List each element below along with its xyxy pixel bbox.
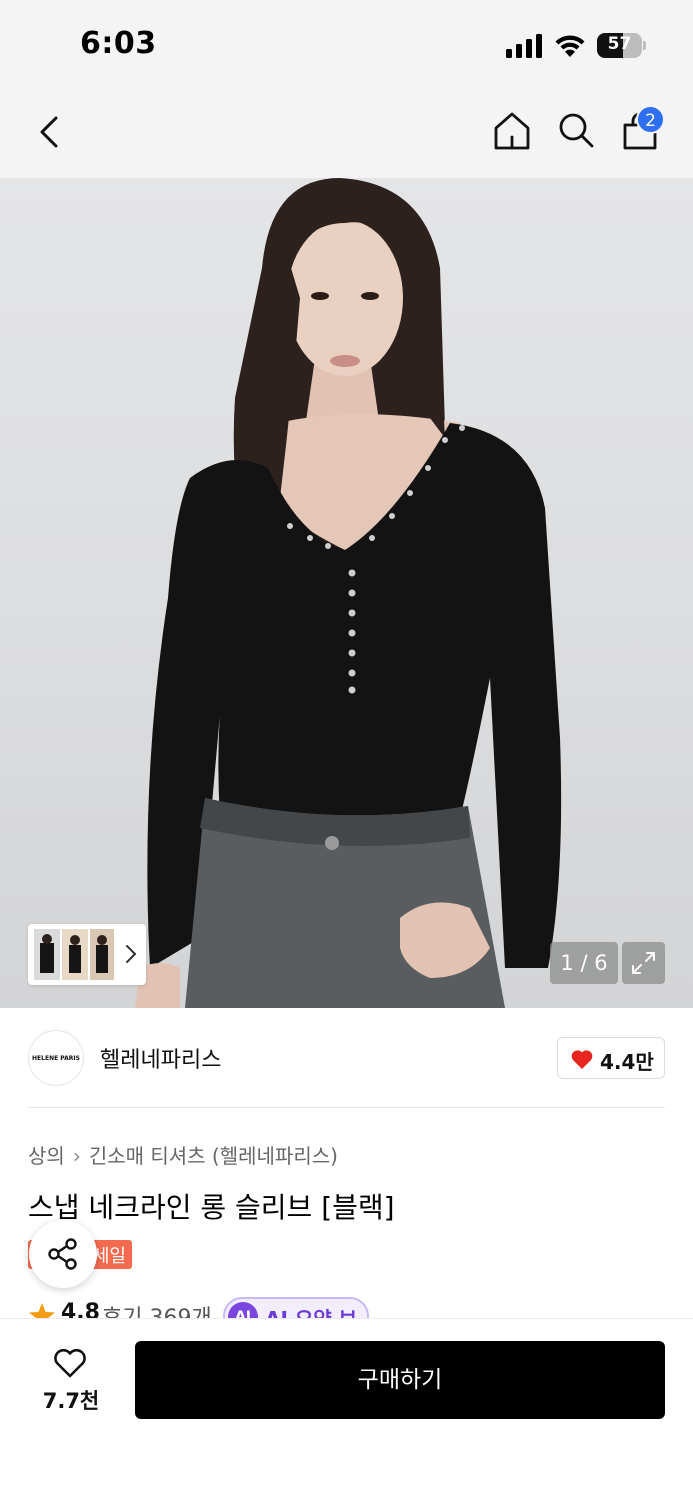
breadcrumb-separator-icon: ›: [72, 1144, 81, 1168]
image-page-counter: 1 / 6: [550, 942, 618, 984]
product-image[interactable]: [0, 178, 693, 1008]
search-icon[interactable]: [555, 109, 597, 151]
star-icon: [29, 1303, 55, 1318]
home-icon[interactable]: [490, 109, 534, 153]
thumbnail-image: [90, 929, 114, 980]
battery-percent: 57: [607, 34, 632, 54]
status-time: 6:03: [80, 26, 157, 61]
heart-outline-icon: [54, 1348, 86, 1378]
status-bar: 6:03 57: [0, 0, 693, 88]
brand-name[interactable]: 헬레네파리스: [100, 1042, 221, 1074]
expand-image-button[interactable]: [622, 942, 665, 984]
heart-icon: [571, 1050, 593, 1069]
product-title: 스냅 네크라인 롱 슬리브 [블랙]: [28, 1191, 395, 1224]
battery-indicator: 57: [597, 33, 647, 58]
wifi-icon: [555, 35, 585, 57]
rating-value: 4.8: [61, 1300, 100, 1318]
buy-button[interactable]: 구매하기: [135, 1341, 665, 1419]
wishlist-button[interactable]: 7.7천: [30, 1341, 112, 1421]
brand-logo[interactable]: HELENE PARIS: [28, 1030, 84, 1086]
ai-badge: AI: [228, 1302, 258, 1318]
wishlist-count: 7.7천: [42, 1389, 100, 1413]
rating-row: 4.8 후기 369개 AI AI 요약 보기: [28, 1296, 668, 1318]
expand-icon: [632, 952, 655, 974]
ai-summary-button[interactable]: AI AI 요약 보기: [223, 1297, 369, 1318]
brand-like-button[interactable]: 4.4만: [557, 1037, 665, 1079]
nav-bar: [0, 88, 693, 178]
cart-count-badge: 2: [636, 105, 665, 134]
bottom-action-bar: 7.7천 구매하기: [0, 1318, 693, 1500]
ai-summary-label: AI 요약 보기: [265, 1303, 367, 1318]
brand-like-count: 4.4만: [600, 1050, 654, 1074]
thumbnail-strip[interactable]: [28, 924, 146, 985]
chevron-right-icon: [126, 945, 136, 963]
cellular-signal-icon: [506, 34, 542, 58]
share-button[interactable]: [29, 1220, 97, 1288]
chevron-left-icon[interactable]: [30, 110, 70, 154]
breadcrumb-category[interactable]: 상의: [28, 1144, 65, 1168]
thumbnail-image: [34, 929, 60, 980]
breadcrumb: 상의 › 긴소매 티셔츠 (헬레네파리스): [28, 1140, 338, 1169]
model-photo: [135, 178, 562, 1008]
share-icon: [48, 1238, 77, 1270]
thumbnail-image: [62, 929, 88, 980]
divider: [28, 1107, 665, 1108]
breadcrumb-subcategory[interactable]: 긴소매 티셔츠 (헬레네파리스): [89, 1144, 338, 1168]
review-count-link[interactable]: 후기 369개: [102, 1300, 212, 1318]
sale-badge-label: 세일: [92, 1246, 126, 1267]
